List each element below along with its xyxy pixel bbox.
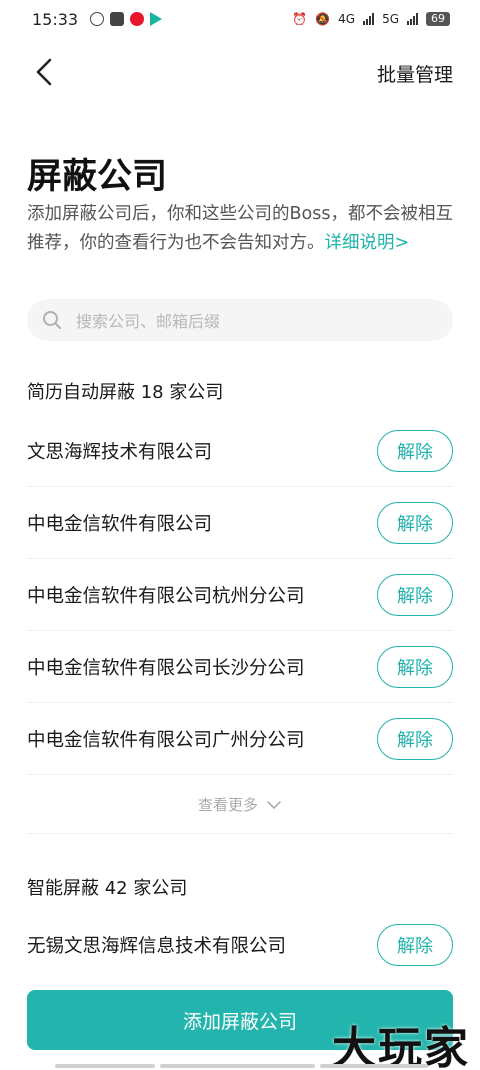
battery-icon: 69 bbox=[426, 12, 450, 26]
company-name: 中电金信软件有限公司杭州分公司 bbox=[27, 585, 305, 607]
nav-bar-segment bbox=[160, 1064, 315, 1068]
top-navigation: 批量管理 bbox=[0, 50, 480, 94]
k-app-icon bbox=[90, 12, 105, 26]
signal-1-icon bbox=[363, 13, 375, 25]
weibo-icon bbox=[130, 12, 145, 26]
signal-2-icon bbox=[407, 13, 418, 25]
alarm-icon: ⏰ bbox=[292, 12, 308, 26]
details-link[interactable]: 详细说明> bbox=[325, 233, 410, 253]
smart-block-section-title: 智能屏蔽 42 家公司 bbox=[27, 878, 188, 899]
network-2-label: 5G bbox=[382, 12, 399, 26]
remove-button[interactable]: 解除 bbox=[377, 573, 453, 616]
company-row: 中电金信软件有限公司 解除 bbox=[27, 487, 453, 559]
search-icon bbox=[43, 311, 61, 329]
auto-block-section-title: 简历自动屏蔽 18 家公司 bbox=[27, 382, 224, 403]
company-row: 无锡文思海辉信息技术有限公司 解除 bbox=[27, 909, 453, 981]
mail-icon bbox=[110, 12, 125, 26]
smart-block-list: 无锡文思海辉信息技术有限公司 解除 bbox=[27, 909, 453, 981]
company-row: 中电金信软件有限公司长沙分公司 解除 bbox=[27, 631, 453, 703]
see-more-button[interactable]: 查看更多 bbox=[27, 776, 453, 834]
nav-bar-segment bbox=[320, 1064, 428, 1068]
back-arrow-icon[interactable] bbox=[32, 56, 58, 88]
system-icons: ⏰ 🔕 4G 5G 69 bbox=[292, 12, 450, 26]
network-1-label: 4G bbox=[338, 12, 356, 26]
see-more-label: 查看更多 bbox=[197, 796, 258, 814]
company-name: 文思海辉技术有限公司 bbox=[27, 441, 213, 463]
watermark-text: 大玩家 bbox=[332, 1023, 470, 1070]
remove-button[interactable]: 解除 bbox=[377, 429, 453, 472]
page-description: 添加屏蔽公司后，你和这些公司的Boss，都不会被相互推荐，你的查看行为也不会告知… bbox=[27, 200, 457, 258]
chevron-down-icon bbox=[267, 800, 281, 809]
auto-block-list: 文思海辉技术有限公司 解除 中电金信软件有限公司 解除 中电金信软件有限公司杭州… bbox=[27, 415, 453, 775]
company-row: 中电金信软件有限公司广州分公司 解除 bbox=[27, 703, 453, 775]
nav-bar-segment bbox=[55, 1064, 155, 1068]
remove-button[interactable]: 解除 bbox=[377, 924, 453, 966]
company-name: 中电金信软件有限公司长沙分公司 bbox=[27, 657, 305, 679]
page-title: 屏蔽公司 bbox=[27, 157, 168, 197]
notification-icons bbox=[90, 12, 163, 26]
video-app-icon bbox=[150, 12, 163, 26]
remove-button[interactable]: 解除 bbox=[377, 501, 453, 544]
company-name: 无锡文思海辉信息技术有限公司 bbox=[27, 936, 287, 957]
company-name: 中电金信软件有限公司广州分公司 bbox=[27, 729, 305, 751]
company-row: 中电金信软件有限公司杭州分公司 解除 bbox=[27, 559, 453, 631]
remove-button[interactable]: 解除 bbox=[377, 645, 453, 688]
company-name: 中电金信软件有限公司 bbox=[27, 513, 213, 535]
search-placeholder: 搜索公司、邮箱后缀 bbox=[76, 312, 221, 331]
remove-button[interactable]: 解除 bbox=[377, 717, 453, 760]
search-input[interactable]: 搜索公司、邮箱后缀 bbox=[27, 299, 453, 341]
status-bar: 15:33 ⏰ 🔕 4G 5G 69 bbox=[0, 0, 480, 38]
batch-manage-button[interactable]: 批量管理 bbox=[377, 60, 453, 87]
blocked-companies-page: 15:33 ⏰ 🔕 4G 5G 69 批量管理 屏蔽公司 添加屏蔽公司后，你和这… bbox=[0, 0, 480, 1070]
mute-icon: 🔕 bbox=[315, 12, 331, 26]
company-row: 文思海辉技术有限公司 解除 bbox=[27, 415, 453, 487]
status-time: 15:33 bbox=[32, 9, 79, 29]
